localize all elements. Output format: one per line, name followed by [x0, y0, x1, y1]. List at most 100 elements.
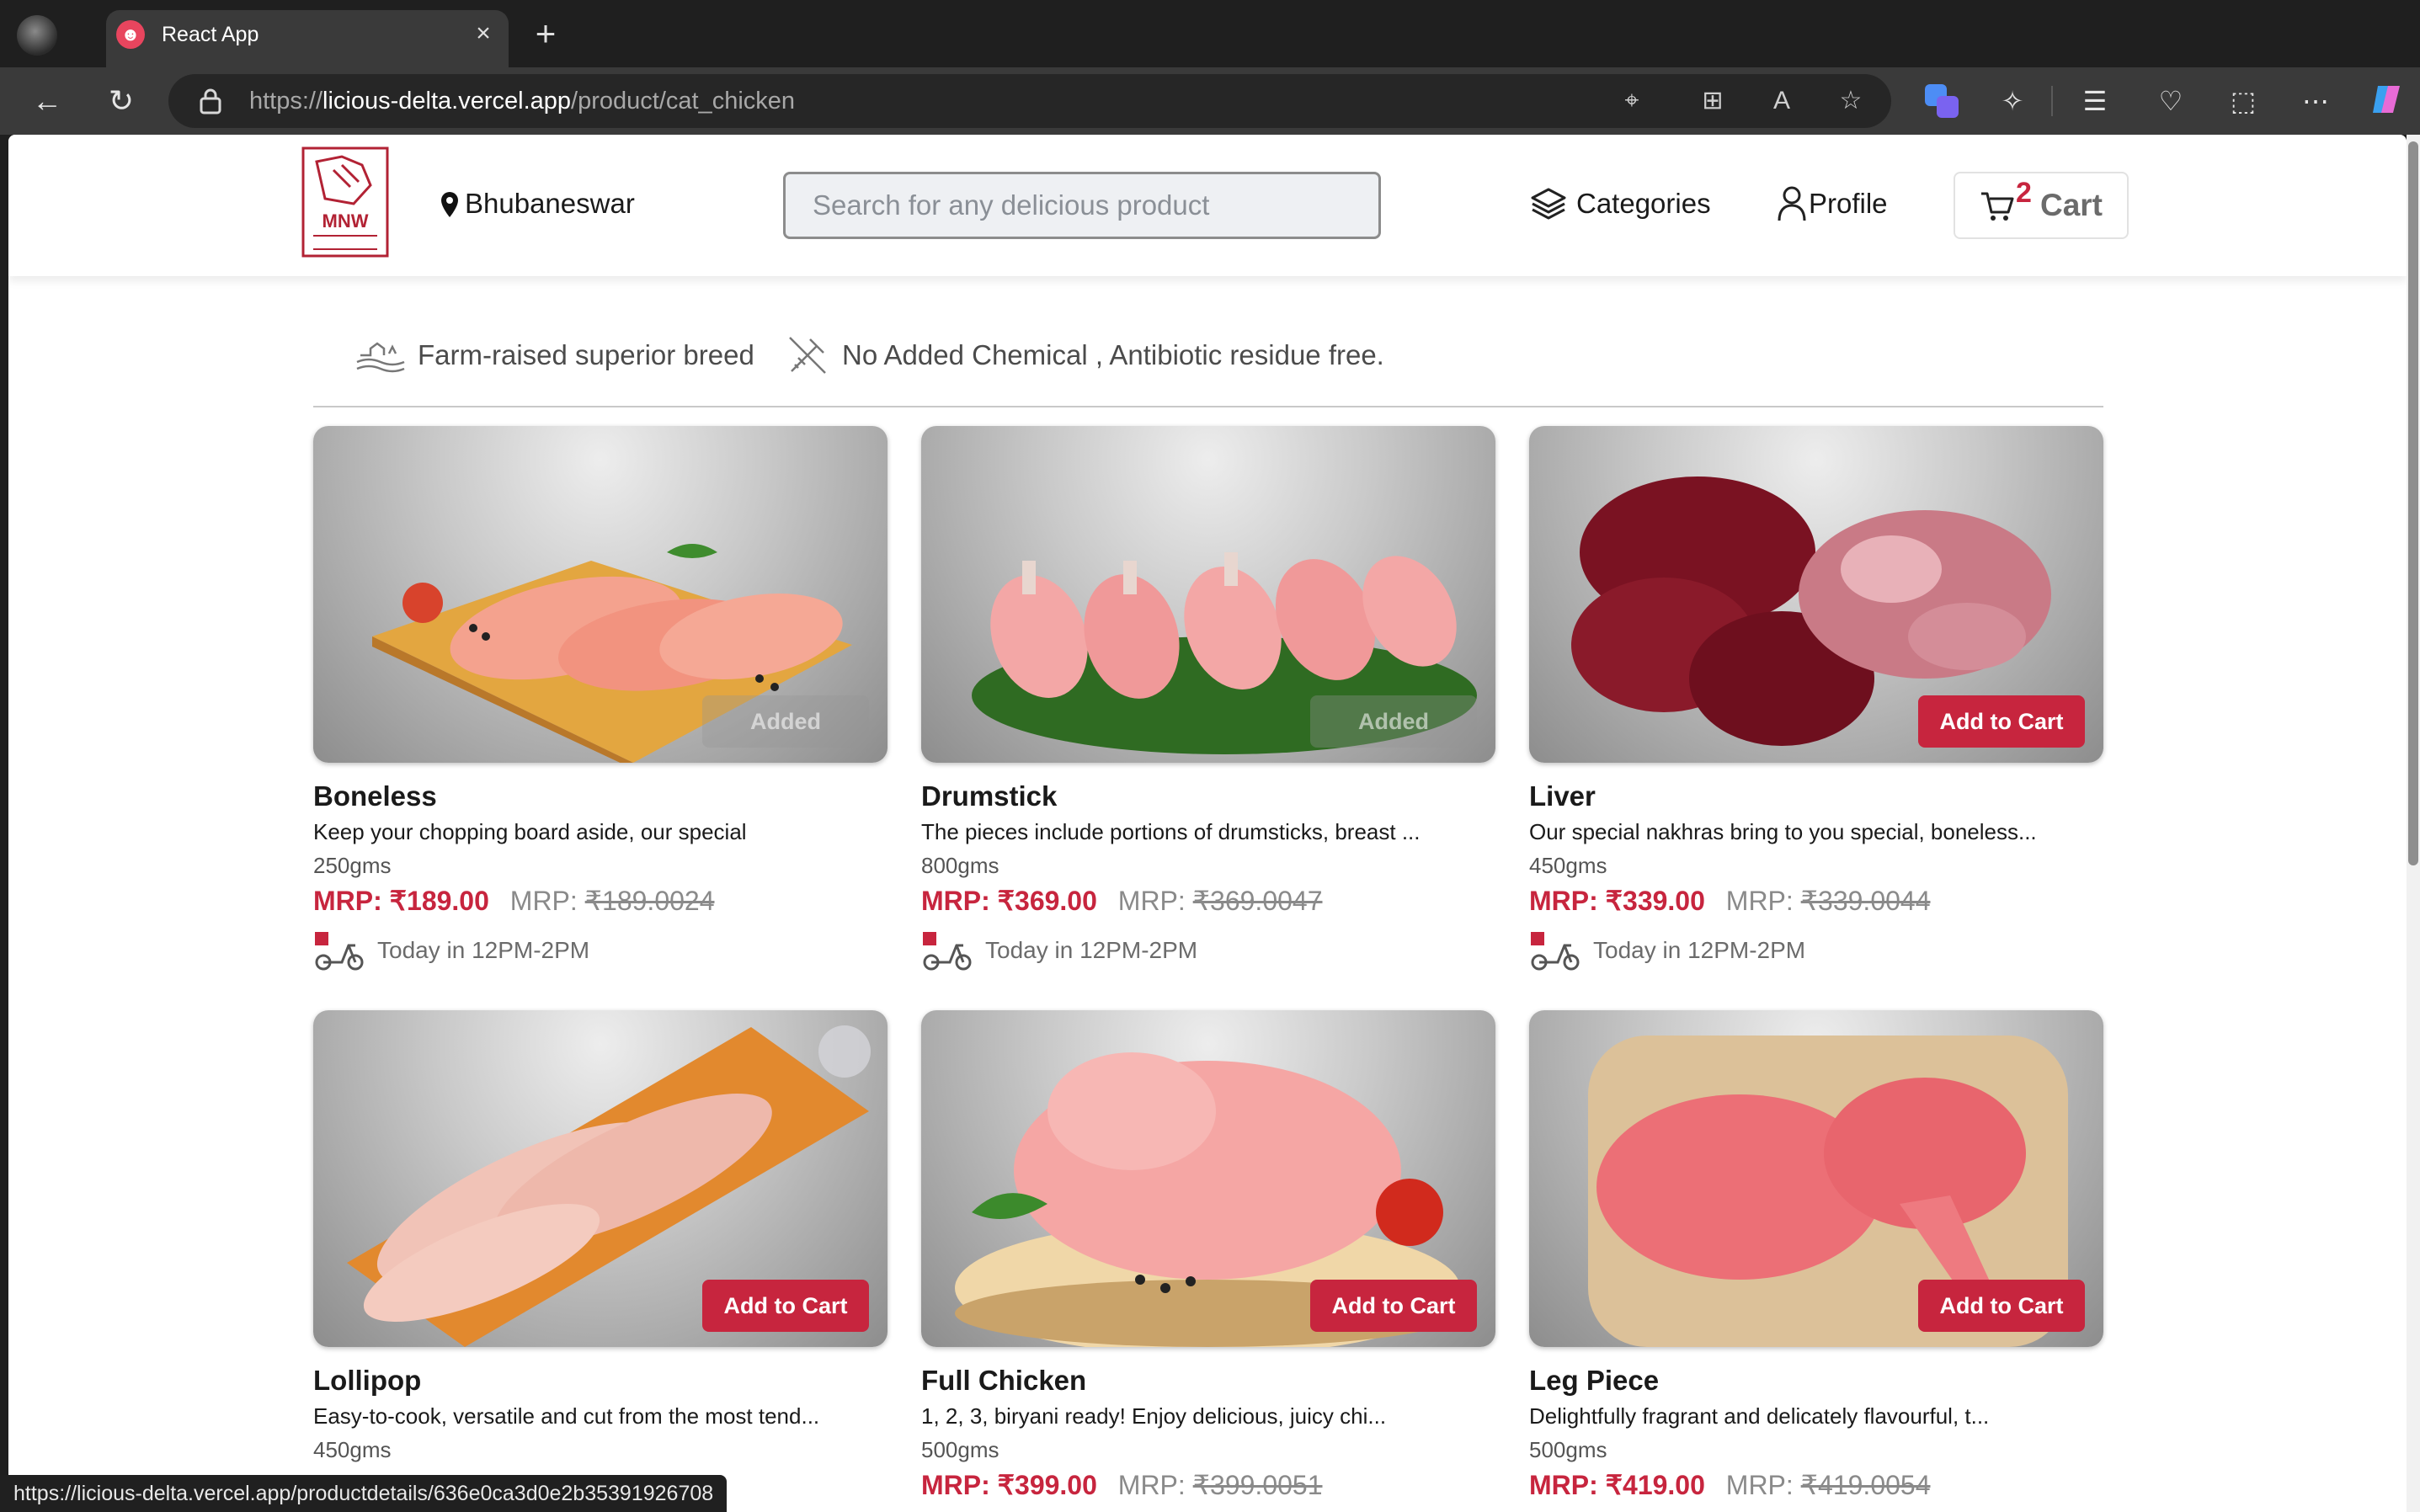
extensions-icon[interactable]: ✧ [1992, 81, 2033, 121]
user-icon [1778, 186, 1806, 221]
scooter-icon [315, 932, 364, 971]
back-icon[interactable]: ← [27, 81, 67, 121]
search-input[interactable] [783, 172, 1381, 239]
page-viewport: MNW Bhubaneswar Categories [8, 135, 2407, 1512]
price-current: MRP: ₹369.00 [921, 886, 1097, 916]
price-mrp-label: MRP: [1725, 1470, 1794, 1500]
delivery-info: Today in 12PM-2PM [1529, 929, 1805, 972]
categories-label: Categories [1576, 188, 1711, 219]
cart-icon [1980, 192, 2014, 221]
url-path: /product/cat_chicken [571, 88, 796, 114]
favorite-star-icon[interactable]: ☆ [1834, 84, 1868, 118]
app-available-icon[interactable]: ⊞ [1696, 84, 1730, 118]
delivery-text: Today in 12PM-2PM [1593, 937, 1806, 963]
product-image-full-chicken[interactable]: Add to Cart [921, 1010, 1495, 1347]
new-tab-icon[interactable]: + [529, 16, 562, 51]
product-name[interactable]: Drumstick [921, 780, 1057, 813]
price-mrp-label: MRP: [1725, 886, 1794, 916]
product-name[interactable]: Full Chicken [921, 1364, 1086, 1398]
feature-farm: Farm-raised superior breed [355, 330, 754, 381]
product-name[interactable]: Liver [1529, 780, 1596, 813]
visual-search-icon[interactable] [818, 1025, 871, 1078]
cart-count-badge: 2 [2016, 177, 2032, 209]
product-weight: 450gms [1529, 853, 1607, 878]
product-image-leg-piece[interactable]: Add to Cart [1529, 1010, 2103, 1347]
price-current: MRP: ₹189.00 [313, 886, 489, 916]
feature-no-chemical-label: No Added Chemical , Antibiotic residue f… [842, 339, 1384, 370]
url-scheme: https:// [249, 88, 323, 114]
product-card-drumstick[interactable]: Added Drumstick The pieces include porti… [921, 426, 1495, 982]
svg-text:MNW: MNW [322, 210, 369, 232]
scooter-icon [923, 932, 972, 971]
product-price: MRP: ₹189.00 MRP: ₹189.0024 [313, 884, 715, 918]
reload-icon[interactable]: ↻ [101, 81, 141, 121]
product-name[interactable]: Leg Piece [1529, 1364, 1659, 1398]
url-host: licious-delta.vercel.app [322, 88, 572, 114]
product-description: Easy-to-cook, versatile and cut from the… [313, 1403, 820, 1429]
copilot-icon[interactable] [2368, 81, 2408, 121]
browser-essentials-icon[interactable]: ♡ [2151, 81, 2191, 121]
product-image-liver[interactable]: Add to Cart [1529, 426, 2103, 763]
product-card-boneless[interactable]: Added Boneless Keep your chopping board … [313, 426, 888, 982]
read-aloud-icon[interactable]: A [1765, 84, 1799, 118]
favorites-icon[interactable]: ☰ [2075, 81, 2115, 121]
add-to-cart-button[interactable]: Add to Cart [1918, 695, 2085, 748]
browser-profile-avatar[interactable] [17, 15, 57, 56]
profile-nav[interactable]: Profile [1777, 178, 1888, 229]
price-current: MRP: ₹339.00 [1529, 886, 1705, 916]
product-weight: 500gms [1529, 1437, 1607, 1462]
more-menu-icon[interactable]: ⋯ [2295, 81, 2336, 121]
section-divider [313, 406, 2103, 407]
cart-label: Cart [2039, 188, 2103, 222]
product-description: The pieces include portions of drumstick… [921, 819, 1421, 844]
price-mrp-strike: ₹339.0044 [1800, 886, 1931, 916]
status-bar-url: https://licious-delta.vercel.app/product… [0, 1475, 728, 1512]
farm-icon [356, 342, 405, 373]
product-card-lollipop[interactable]: Add to Cart Lollipop Easy-to-cook, versa… [313, 1010, 888, 1512]
product-image-boneless[interactable]: Added [313, 426, 888, 763]
toolbar-separator [2051, 86, 2053, 116]
tab-title: React App [162, 23, 259, 46]
product-card-full-chicken[interactable]: Add to Cart Full Chicken 1, 2, 3, biryan… [921, 1010, 1495, 1512]
product-image-lollipop[interactable]: Add to Cart [313, 1010, 888, 1347]
product-image-drumstick[interactable]: Added [921, 426, 1495, 763]
added-button[interactable]: Added [702, 695, 869, 748]
cart-button[interactable]: Cart [1954, 172, 2129, 239]
extension-copilot-app-icon[interactable] [1922, 81, 1962, 121]
browser-window: ☻ React App × + ← ↻ https://licious-delt… [0, 0, 2420, 1512]
mnw-logo[interactable]: MNW [300, 145, 394, 264]
price-current: MRP: ₹399.00 [921, 1470, 1097, 1500]
added-button[interactable]: Added [1310, 695, 1477, 748]
product-price: MRP: ₹339.00 MRP: ₹339.0044 [1529, 884, 1931, 918]
price-mrp-label: MRP: [1117, 886, 1186, 916]
product-price: MRP: ₹419.00 MRP: ₹419.0054 [1529, 1468, 1931, 1502]
product-name[interactable]: Boneless [313, 780, 437, 813]
product-price: MRP: ₹369.00 MRP: ₹369.0047 [921, 884, 1323, 918]
price-mrp-label: MRP: [509, 886, 578, 916]
url-text[interactable]: https://licious-delta.vercel.app/product… [249, 86, 795, 116]
price-mrp-label: MRP: [1117, 1470, 1186, 1500]
product-description: Our special nakhras bring to you special… [1529, 819, 2037, 844]
delivery-info: Today in 12PM-2PM [921, 929, 1197, 972]
product-weight: 450gms [313, 1437, 392, 1462]
site-header: MNW Bhubaneswar Categories [8, 135, 2407, 276]
location-icon[interactable]: ⌖ [1615, 84, 1649, 118]
product-name[interactable]: Lollipop [313, 1364, 421, 1398]
product-card-leg-piece[interactable]: Add to Cart Leg Piece Delightfully fragr… [1529, 1010, 2103, 1512]
product-description: Delightfully fragrant and delicately fla… [1529, 1403, 1990, 1429]
close-tab-icon[interactable]: × [468, 19, 498, 49]
scrollbar-thumb[interactable] [2408, 141, 2418, 865]
delivery-text: Today in 12PM-2PM [377, 937, 590, 963]
product-weight: 500gms [921, 1437, 999, 1462]
screenshot-icon[interactable]: ⬚ [2223, 81, 2263, 121]
categories-nav[interactable]: Categories [1529, 178, 1711, 229]
location-label[interactable]: Bhubaneswar [465, 187, 635, 221]
add-to-cart-button[interactable]: Add to Cart [1918, 1280, 2085, 1332]
product-description: Keep your chopping board aside, our spec… [313, 819, 747, 844]
profile-label: Profile [1809, 188, 1888, 219]
add-to-cart-button[interactable]: Add to Cart [1310, 1280, 1477, 1332]
add-to-cart-button[interactable]: Add to Cart [702, 1280, 869, 1332]
feature-no-chemical: No Added Chemical , Antibiotic residue f… [785, 330, 1384, 381]
product-card-liver[interactable]: Add to Cart Liver Our special nakhras br… [1529, 426, 2103, 982]
product-price: MRP: ₹399.00 MRP: ₹399.0051 [921, 1468, 1323, 1502]
